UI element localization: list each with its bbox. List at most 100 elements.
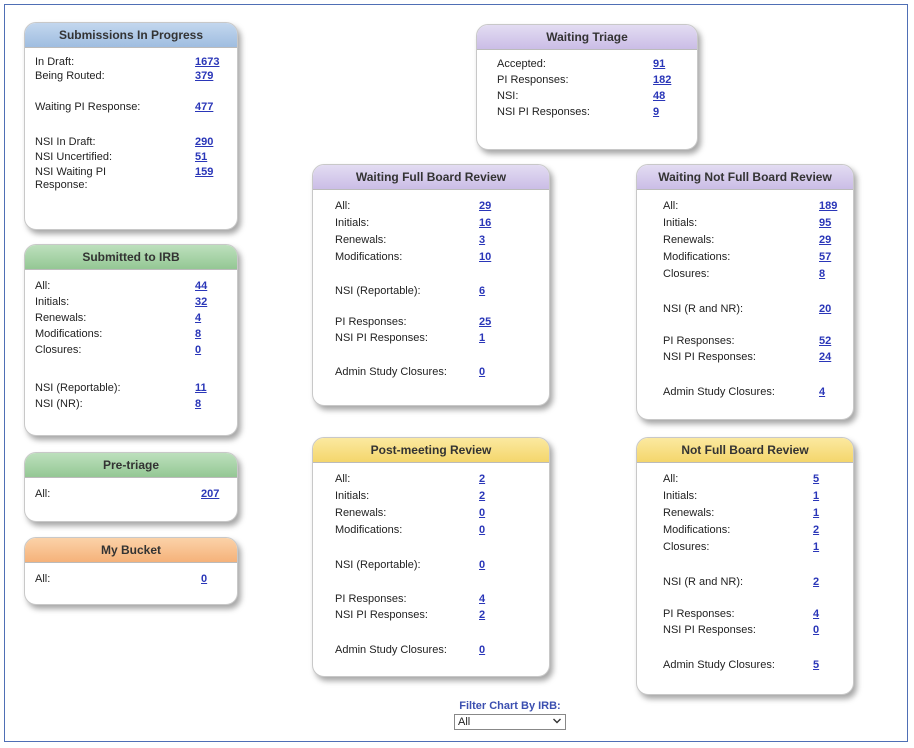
count-link-all[interactable]: 44: [195, 280, 207, 293]
count-link-closures[interactable]: 0: [195, 344, 201, 357]
row-label-modifications: Modifications:: [335, 524, 403, 536]
count-link-nsi-pi-responses[interactable]: 0: [813, 624, 819, 637]
count-link-being-routed[interactable]: 379: [195, 70, 213, 83]
row-label-nsi-waiting-pi: NSI Waiting PI: [35, 166, 107, 178]
count-link-initials[interactable]: 2: [479, 490, 485, 503]
row-label-nsi-reportable: NSI (Reportable):: [35, 382, 121, 394]
count-link-admin-study-closures[interactable]: 0: [479, 644, 485, 657]
count-link-closures[interactable]: 8: [819, 268, 825, 281]
row-label-all: All:: [335, 200, 351, 212]
row-label-pi-responses: PI Responses:: [335, 316, 407, 328]
count-link-admin-study-closures[interactable]: 4: [819, 386, 825, 399]
row-label-initials: Initials:: [35, 296, 70, 308]
row-label-nsi-in-draft: NSI In Draft:: [35, 136, 96, 148]
count-link-all[interactable]: 29: [479, 200, 491, 213]
row-label-renewals: Renewals:: [335, 234, 387, 246]
count-link-pi-responses[interactable]: 182: [653, 74, 671, 87]
count-link-initials[interactable]: 16: [479, 217, 491, 230]
row-label-admin-study-closures: Admin Study Closures:: [663, 659, 775, 671]
card-title: Pre-triage: [25, 453, 237, 478]
row-label-renewals: Renewals:: [663, 234, 715, 246]
count-link-pi-responses[interactable]: 25: [479, 316, 491, 329]
count-link-all[interactable]: 2: [479, 473, 485, 486]
count-link-initials[interactable]: 95: [819, 217, 831, 230]
row-label-renewals: Renewals:: [663, 507, 715, 519]
row-label-closures: Closures:: [35, 344, 82, 356]
count-link-all[interactable]: 5: [813, 473, 819, 486]
count-link-pi-responses[interactable]: 4: [479, 593, 485, 606]
count-link-nsi-pi-responses[interactable]: 9: [653, 106, 659, 119]
row-label-all: All:: [35, 573, 51, 585]
count-link-waiting-pi-response[interactable]: 477: [195, 101, 213, 114]
count-link-pi-responses[interactable]: 52: [819, 335, 831, 348]
row-label-admin-study-closures: Admin Study Closures:: [335, 644, 447, 656]
count-link-admin-study-closures[interactable]: 0: [479, 366, 485, 379]
count-link-nsi-reportable[interactable]: 0: [479, 559, 485, 572]
count-link-nsi-waiting-pi[interactable]: 159: [195, 166, 213, 179]
irb-filter: Filter Chart By IRB: All: [440, 700, 580, 730]
count-link-nsi-pi-responses[interactable]: 1: [479, 332, 485, 345]
count-link-modifications[interactable]: 57: [819, 251, 831, 264]
count-link-closures[interactable]: 1: [813, 541, 819, 554]
count-link-modifications[interactable]: 0: [479, 524, 485, 537]
row-label-waiting-pi-response: Waiting PI Response:: [35, 101, 141, 113]
irb-filter-select[interactable]: All: [454, 714, 566, 730]
count-link-all[interactable]: 207: [201, 488, 219, 501]
row-label-all: All:: [663, 473, 679, 485]
row-label-modifications: Modifications:: [663, 251, 731, 263]
count-link-renewals[interactable]: 1: [813, 507, 819, 520]
count-link-all[interactable]: 0: [201, 573, 207, 586]
card-submitted-to-irb: Submitted to IRB All: 44 Initials: 32 Rene…: [24, 244, 238, 436]
row-label-modifications: Modifications:: [35, 328, 103, 340]
row-label-renewals: Renewals:: [35, 312, 87, 324]
count-link-nsi[interactable]: 48: [653, 90, 665, 103]
card-submissions-in-progress: Submissions In Progress In Draft: 1673 Be…: [24, 22, 238, 230]
row-label-pi-responses: PI Responses:: [335, 593, 407, 605]
row-label-nsi-r-and-nr: NSI (R and NR):: [663, 303, 744, 315]
row-label-nsi-pi-responses: NSI PI Responses:: [663, 624, 756, 636]
row-label-pi-responses: PI Responses:: [497, 74, 569, 86]
row-label-initials: Initials:: [335, 490, 370, 502]
row-label-accepted: Accepted:: [497, 58, 546, 70]
row-label-initials: Initials:: [335, 217, 370, 229]
row-label-all: All:: [35, 280, 51, 292]
row-label-all: All:: [663, 200, 679, 212]
count-link-nsi-pi-responses[interactable]: 2: [479, 609, 485, 622]
row-label-modifications: Modifications:: [335, 251, 403, 263]
count-link-nsi-r-and-nr[interactable]: 2: [813, 576, 819, 589]
count-link-all[interactable]: 189: [819, 200, 837, 213]
card-my-bucket: My Bucket All: 0: [24, 537, 238, 605]
row-label-closures: Closures:: [663, 268, 710, 280]
count-link-nsi-reportable[interactable]: 6: [479, 285, 485, 298]
count-link-renewals[interactable]: 0: [479, 507, 485, 520]
chevron-down-icon: [553, 718, 561, 724]
count-link-nsi-in-draft[interactable]: 290: [195, 136, 213, 149]
row-label-being-routed: Being Routed:: [35, 70, 105, 82]
count-link-nsi-r-and-nr[interactable]: 20: [819, 303, 831, 316]
row-label-nsi-pi-responses: NSI PI Responses:: [335, 332, 428, 344]
row-label-modifications: Modifications:: [663, 524, 731, 536]
row-label-pi-responses: PI Responses:: [663, 335, 735, 347]
count-link-modifications[interactable]: 2: [813, 524, 819, 537]
count-link-nsi-reportable[interactable]: 11: [195, 382, 207, 395]
card-title: Post-meeting Review: [313, 438, 549, 463]
card-title: Waiting Full Board Review: [313, 165, 549, 190]
count-link-nsi-pi-responses[interactable]: 24: [819, 351, 831, 364]
count-link-initials[interactable]: 32: [195, 296, 207, 309]
count-link-renewals[interactable]: 4: [195, 312, 201, 325]
count-link-admin-study-closures[interactable]: 5: [813, 659, 819, 672]
count-link-renewals[interactable]: 3: [479, 234, 485, 247]
count-link-accepted[interactable]: 91: [653, 58, 665, 71]
count-link-nsi-uncertified[interactable]: 51: [195, 151, 207, 164]
count-link-modifications[interactable]: 8: [195, 328, 201, 341]
count-link-modifications[interactable]: 10: [479, 251, 491, 264]
row-label-admin-study-closures: Admin Study Closures:: [663, 386, 775, 398]
count-link-renewals[interactable]: 29: [819, 234, 831, 247]
count-link-pi-responses[interactable]: 4: [813, 608, 819, 621]
row-label-all: All:: [335, 473, 351, 485]
count-link-nsi-nr[interactable]: 8: [195, 398, 201, 411]
row-label-nsi-pi-responses: NSI PI Responses:: [497, 106, 590, 118]
card-title: Submissions In Progress: [25, 23, 237, 48]
count-link-initials[interactable]: 1: [813, 490, 819, 503]
count-link-in-draft[interactable]: 1673: [195, 56, 219, 69]
